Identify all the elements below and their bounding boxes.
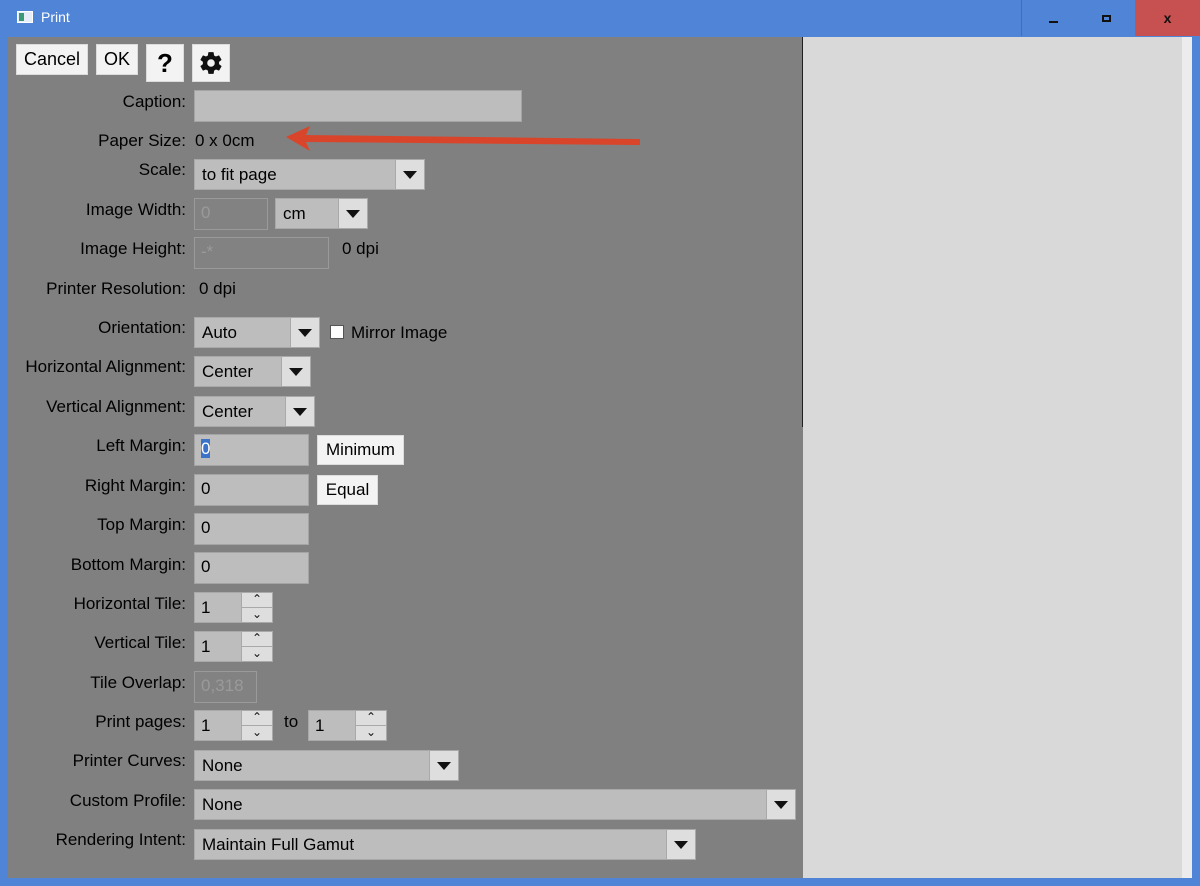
horizontal-tile-stepper[interactable]: 1 ⌃ ⌄: [194, 592, 273, 623]
print-pages-label: Print pages:: [95, 712, 186, 731]
caption-input[interactable]: [194, 90, 522, 122]
bottom-margin-input[interactable]: 0: [194, 552, 309, 584]
printer-curves-select[interactable]: None: [194, 750, 459, 781]
settings-button[interactable]: [192, 44, 230, 82]
paper-size-value: 0 x 0cm: [195, 131, 255, 150]
orientation-select[interactable]: Auto: [194, 317, 320, 348]
ok-button[interactable]: OK: [96, 44, 138, 75]
image-height-label: Image Height:: [80, 239, 186, 258]
mirror-image-label[interactable]: Mirror Image: [351, 323, 447, 343]
rendering-intent-select[interactable]: Maintain Full Gamut: [194, 829, 696, 860]
close-button[interactable]: x: [1135, 0, 1200, 36]
printer-curves-label: Printer Curves:: [72, 751, 186, 770]
preview-scroll-edge: [1182, 37, 1192, 878]
right-margin-label: Right Margin:: [84, 476, 186, 495]
vertical-tile-stepper[interactable]: 1 ⌃ ⌄: [194, 631, 273, 662]
tile-overlap-label: Tile Overlap:: [90, 673, 186, 692]
help-icon: ?: [157, 47, 173, 78]
horizontal-tile-value: 1: [201, 598, 211, 617]
printer-curves-value: None: [202, 756, 243, 775]
mirror-image-checkbox[interactable]: [330, 325, 344, 339]
scale-select[interactable]: to fit page: [194, 159, 425, 190]
print-pages-to-stepper[interactable]: 1 ⌃ ⌄: [308, 710, 387, 741]
equal-button[interactable]: Equal: [317, 475, 378, 505]
panel-splitter[interactable]: [802, 37, 803, 427]
print-pages-to-label: to: [284, 712, 299, 731]
chevron-down-icon: [285, 397, 314, 426]
paper-size-label: Paper Size:: [98, 131, 186, 150]
caption-label: Caption:: [122, 92, 186, 111]
right-margin-input[interactable]: 0: [194, 474, 309, 506]
horizontal-tile-label: Horizontal Tile:: [73, 594, 186, 613]
chevron-down-icon[interactable]: ⌄: [242, 646, 272, 662]
top-margin-label: Top Margin:: [97, 515, 186, 534]
custom-profile-select[interactable]: None: [194, 789, 796, 820]
orientation-value: Auto: [202, 323, 237, 342]
horizontal-alignment-label: Horizontal Alignment:: [25, 357, 186, 376]
app-icon: [17, 11, 33, 23]
vertical-alignment-select[interactable]: Center: [194, 396, 315, 427]
window-title: Print: [41, 9, 70, 25]
minimum-button[interactable]: Minimum: [317, 435, 404, 465]
left-margin-value: 0: [201, 439, 211, 458]
annotation-arrow-icon: [286, 126, 640, 151]
vertical-alignment-label: Vertical Alignment:: [46, 397, 186, 416]
chevron-down-icon[interactable]: ⌄: [242, 725, 272, 741]
gear-icon: [200, 52, 222, 74]
image-width-label: Image Width:: [85, 200, 186, 219]
printer-resolution-value: 0 dpi: [199, 279, 236, 298]
print-pages-to-value: 1: [315, 716, 325, 735]
top-margin-input[interactable]: 0: [194, 513, 309, 545]
left-margin-label: Left Margin:: [96, 436, 186, 455]
image-height-dpi: 0 dpi: [342, 239, 379, 258]
chevron-down-icon[interactable]: ⌄: [356, 725, 386, 741]
chevron-down-icon: [281, 357, 310, 386]
print-pages-from-value: 1: [201, 716, 211, 735]
maximize-button[interactable]: [1085, 0, 1128, 36]
bottom-margin-label: Bottom Margin:: [70, 555, 186, 574]
tile-overlap-input[interactable]: 0,318: [194, 671, 257, 703]
cancel-button[interactable]: Cancel: [16, 44, 88, 75]
chevron-down-icon: [338, 199, 367, 228]
maximize-icon: [1102, 14, 1111, 22]
image-width-input[interactable]: 0: [194, 198, 268, 230]
vertical-alignment-value: Center: [202, 402, 254, 421]
image-width-unit-value: cm: [283, 204, 306, 223]
title-bar: Print: [0, 0, 1200, 36]
vertical-tile-label: Vertical Tile:: [94, 633, 186, 652]
scale-label: Scale:: [138, 160, 186, 179]
rendering-intent-label: Rendering Intent:: [55, 830, 186, 849]
image-width-unit-select[interactable]: cm: [275, 198, 368, 229]
orientation-label: Orientation:: [98, 318, 186, 337]
horizontal-alignment-select[interactable]: Center: [194, 356, 311, 387]
help-button[interactable]: ?: [146, 44, 184, 82]
custom-profile-value: None: [202, 795, 243, 814]
left-margin-input[interactable]: 0: [194, 434, 309, 466]
custom-profile-label: Custom Profile:: [69, 791, 186, 810]
scale-value: to fit page: [202, 165, 277, 184]
chevron-down-icon: [666, 830, 695, 859]
chevron-down-icon: [395, 160, 424, 189]
printer-resolution-label: Printer Resolution:: [46, 279, 186, 298]
image-height-input[interactable]: -*: [194, 237, 329, 269]
preview-panel: [803, 37, 1182, 878]
horizontal-alignment-value: Center: [202, 362, 254, 381]
chevron-down-icon: [429, 751, 458, 780]
chevron-down-icon: [766, 790, 795, 819]
rendering-intent-value: Maintain Full Gamut: [202, 835, 355, 854]
minimize-icon: [1049, 21, 1058, 23]
chevron-down-icon[interactable]: ⌄: [242, 607, 272, 623]
print-pages-from-stepper[interactable]: 1 ⌃ ⌄: [194, 710, 273, 741]
chevron-down-icon: [290, 318, 319, 347]
close-icon: x: [1163, 10, 1172, 26]
minimize-button[interactable]: [1021, 0, 1085, 36]
vertical-tile-value: 1: [201, 637, 211, 656]
